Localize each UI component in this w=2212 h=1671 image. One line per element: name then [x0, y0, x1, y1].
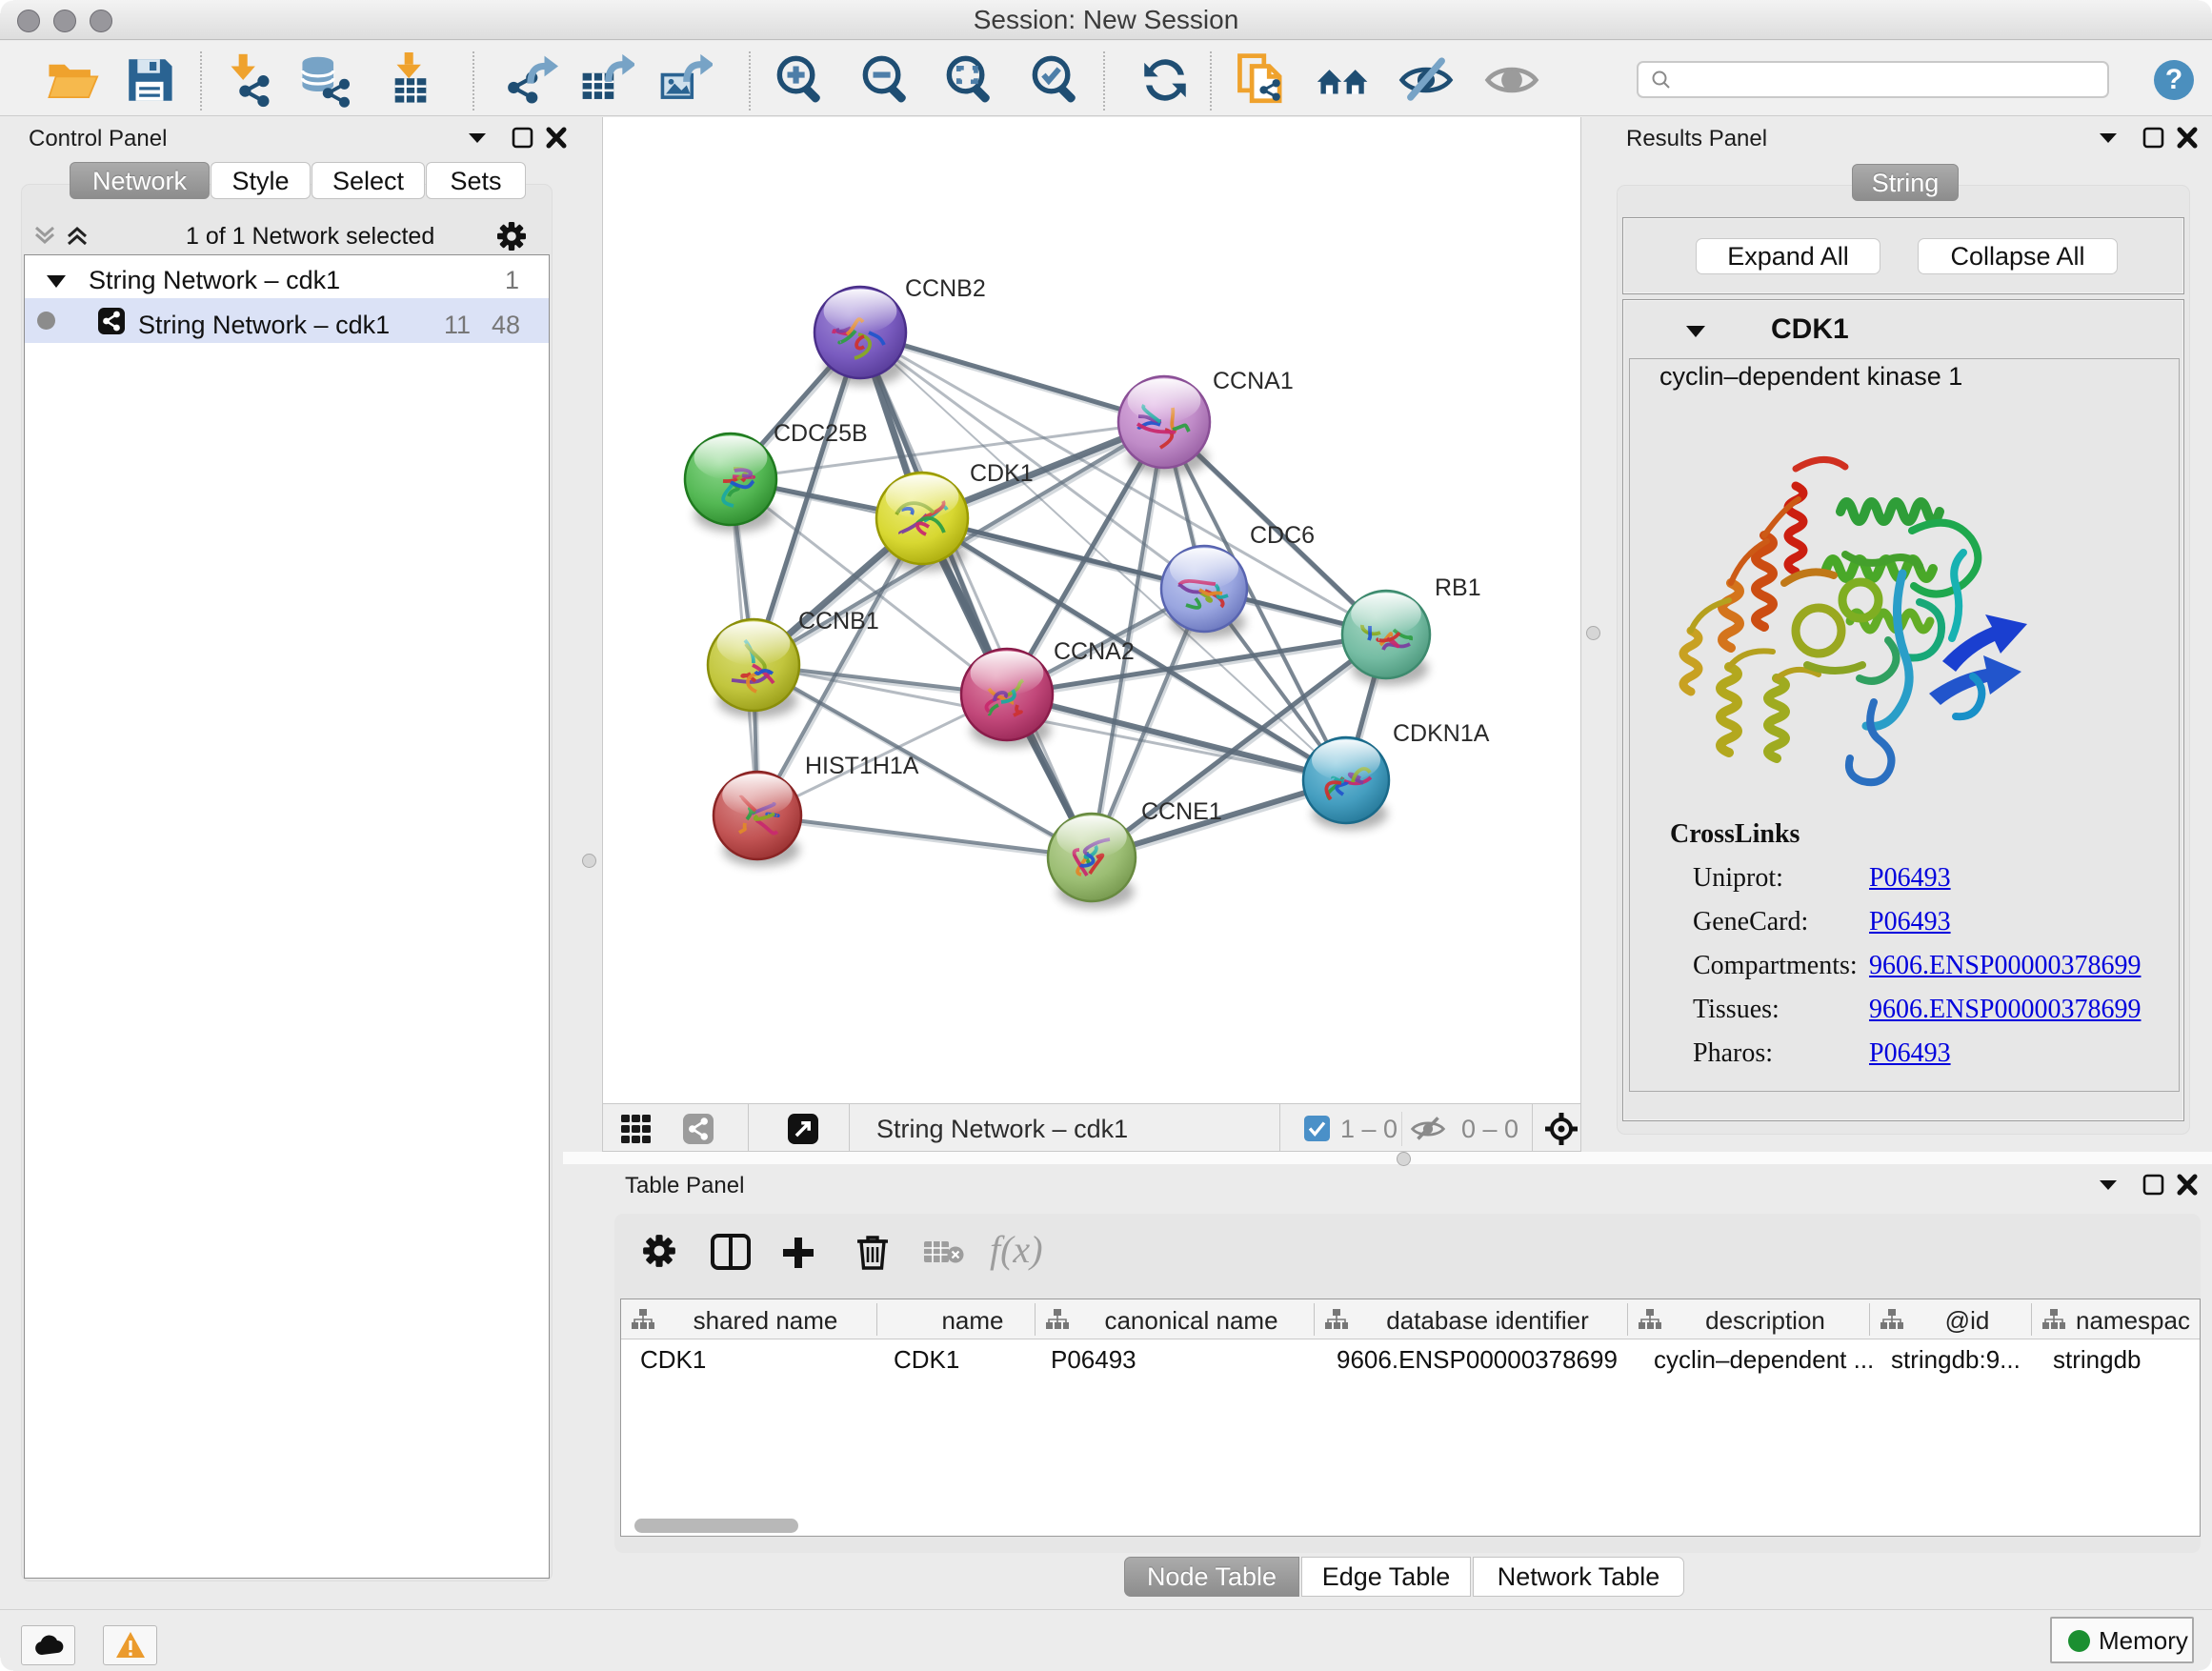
svg-text:CDC6: CDC6 — [1250, 522, 1315, 549]
svg-text:CCNB2: CCNB2 — [905, 275, 986, 302]
svg-text:CCNE1: CCNE1 — [1141, 798, 1222, 825]
svg-text:CDK1: CDK1 — [970, 460, 1034, 487]
svg-text:RB1: RB1 — [1435, 574, 1481, 601]
svg-text:CCNA2: CCNA2 — [1054, 638, 1135, 665]
svg-text:CCNA1: CCNA1 — [1213, 368, 1294, 394]
svg-text:CDKN1A: CDKN1A — [1393, 720, 1490, 747]
svg-text:HIST1H1A: HIST1H1A — [805, 753, 919, 779]
svg-text:CCNB1: CCNB1 — [798, 608, 879, 634]
svg-text:CDC25B: CDC25B — [774, 420, 868, 447]
